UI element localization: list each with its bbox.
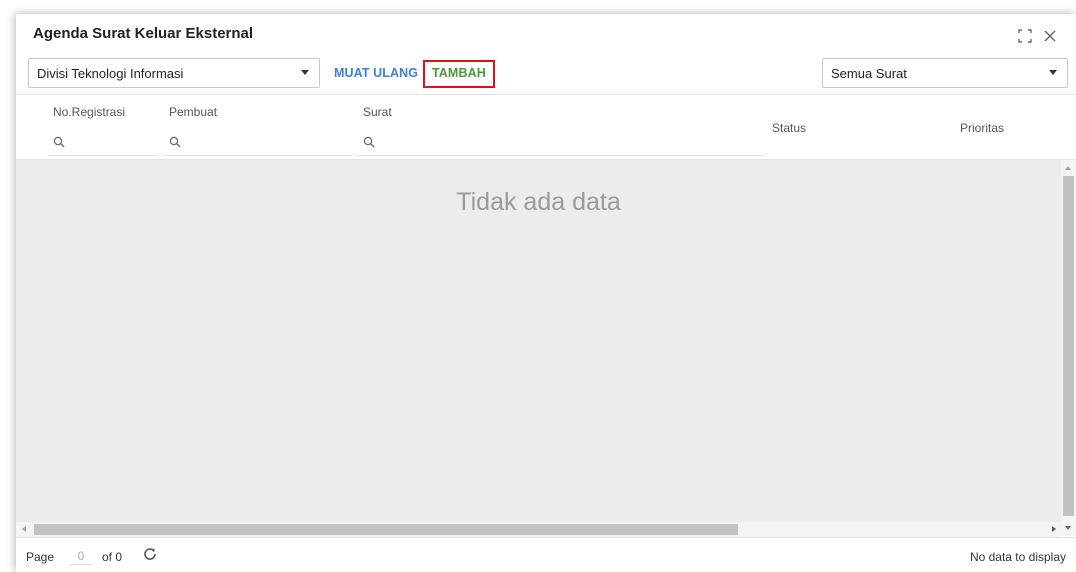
column-header-surat[interactable]: Surat: [363, 105, 392, 119]
horizontal-scroll-thumb[interactable]: [34, 524, 738, 535]
close-icon[interactable]: [1040, 26, 1060, 46]
search-icon: [53, 136, 65, 148]
column-header-no-registrasi[interactable]: No.Registrasi: [53, 105, 125, 119]
letter-filter-select[interactable]: Semua Surat: [822, 58, 1068, 88]
reload-button[interactable]: MUAT ULANG: [334, 66, 418, 80]
maximize-icon[interactable]: [1016, 26, 1034, 46]
column-header-pembuat[interactable]: Pembuat: [169, 105, 217, 119]
search-icon: [169, 136, 181, 148]
filter-select-value: Semua Surat: [831, 65, 907, 81]
horizontal-scrollbar[interactable]: [16, 522, 1061, 537]
scroll-down-icon[interactable]: [1065, 526, 1071, 530]
header-divider: [16, 94, 1076, 95]
chevron-down-icon: [301, 70, 309, 75]
page-number-input[interactable]: [70, 547, 92, 565]
search-input-surat[interactable]: [358, 132, 763, 156]
division-select-value: Divisi Teknologi Informasi: [37, 65, 184, 81]
search-icon: [363, 136, 375, 148]
scroll-right-icon[interactable]: [1052, 526, 1056, 532]
scroll-up-icon[interactable]: [1065, 166, 1071, 170]
pager-status: No data to display: [969, 550, 1066, 564]
search-input-pembuat[interactable]: [164, 132, 352, 156]
pager-bar: Page of 0 No data to display: [16, 537, 1076, 572]
vertical-scrollbar[interactable]: [1061, 160, 1076, 536]
page-count-label: of 0: [102, 550, 123, 564]
add-button[interactable]: TAMBAH: [432, 66, 486, 80]
page-label: Page: [26, 550, 55, 564]
search-input-no-registrasi[interactable]: [48, 132, 158, 156]
scroll-left-icon[interactable]: [22, 526, 26, 532]
empty-message: Tidak ada data: [456, 188, 621, 216]
vertical-scroll-thumb[interactable]: [1063, 176, 1074, 516]
column-header-status[interactable]: Status: [772, 121, 806, 135]
window-title: Agenda Surat Keluar Eksternal: [33, 25, 254, 42]
division-select[interactable]: Divisi Teknologi Informasi: [28, 58, 320, 88]
agenda-window: Agenda Surat Keluar Eksternal Divisi Tek…: [16, 14, 1076, 572]
chevron-down-icon: [1049, 70, 1057, 75]
column-header-prioritas[interactable]: Prioritas: [960, 121, 1004, 135]
refresh-icon[interactable]: [142, 546, 158, 565]
